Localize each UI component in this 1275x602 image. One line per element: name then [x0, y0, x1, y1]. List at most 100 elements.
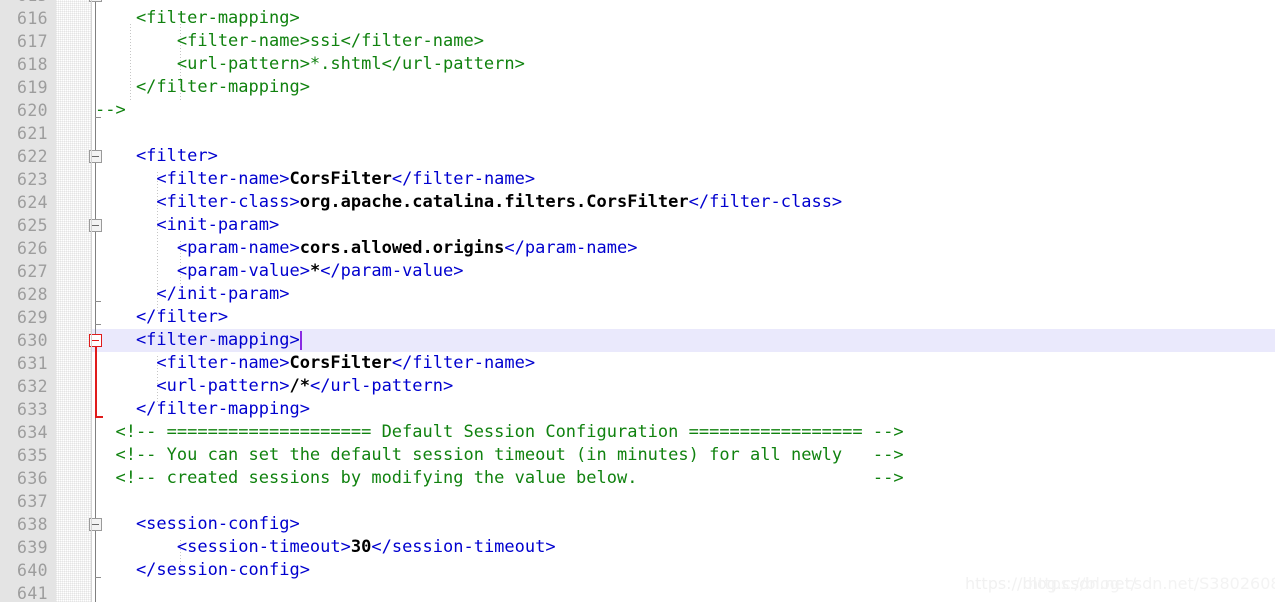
code-line[interactable]: </filter-mapping> — [92, 76, 1275, 99]
fold-range-end-tick — [95, 577, 101, 578]
token-tag: <session-config> — [95, 514, 300, 534]
code-line[interactable]: <param-value>*</param-value> — [92, 260, 1275, 283]
line-number: 629 — [16, 308, 48, 327]
line-number: 634 — [16, 423, 48, 442]
token-tag: </url-pattern> — [309, 376, 454, 396]
token-comment: <url-pattern>*.shtml</url-pattern> — [95, 54, 525, 74]
code-line[interactable] — [92, 490, 1275, 513]
line-number: 635 — [16, 446, 48, 465]
line-number-gutter: 615 616 617 618 619 620 621 622 623 624 625 626 627 6… — [0, 0, 56, 602]
token-tag: </filter-mapping> — [95, 399, 310, 419]
code-line-text: <session-config> — [92, 513, 300, 536]
code-line[interactable]: <!-- created sessions by modifying the v… — [92, 467, 1275, 490]
token-tag: </filter-class> — [688, 192, 843, 212]
token-tag: <filter-mapping> — [95, 330, 300, 350]
code-line-text: </filter> — [92, 306, 228, 329]
code-line[interactable]: --> — [92, 99, 1275, 122]
line-number: 615 — [0, 0, 48, 7]
code-line-text: <filter-mapping> — [92, 329, 300, 352]
code-line[interactable]: <url-pattern>*.shtml</url-pattern> — [92, 53, 1275, 76]
token-comment: <filter-mapping> — [95, 8, 300, 28]
line-number: 620 — [16, 101, 48, 120]
text-caret — [299, 331, 302, 350]
token-tag: <filter-name> — [95, 353, 290, 373]
line-number: 641 — [16, 584, 48, 602]
code-line-text: <init-param> — [92, 214, 279, 237]
code-line[interactable]: <param-name>cors.allowed.origins</param-… — [92, 237, 1275, 260]
code-line[interactable] — [92, 582, 1275, 602]
code-line-text: --> — [92, 99, 126, 122]
code-line[interactable]: <filter-name>CorsFilter</filter-name> — [92, 168, 1275, 191]
token-tag: </filter-name> — [391, 169, 536, 189]
line-number: 624 — [16, 193, 48, 212]
token-tag: </init-param> — [95, 284, 290, 304]
token-val: cors.allowed.origins — [299, 238, 505, 258]
token-comment: <!-- You can set the default session tim… — [95, 445, 904, 465]
code-line-text: </filter-mapping> — [92, 76, 310, 99]
code-line-text: <session-timeout>30</session-timeout> — [92, 536, 556, 559]
line-number: 630 — [16, 331, 48, 350]
code-editor[interactable]: <!-- <filter-mapping> <filter-name>ssi</… — [0, 0, 1275, 602]
line-number: 636 — [16, 469, 48, 488]
code-line-text: <!-- You can set the default session tim… — [92, 444, 904, 467]
code-line[interactable]: <!-- You can set the default session tim… — [92, 444, 1275, 467]
line-number: 618 — [16, 55, 48, 74]
token-tag: <filter-class> — [95, 192, 300, 212]
code-line-text: <filter> — [92, 145, 218, 168]
token-val: /* — [289, 376, 310, 396]
fold-range-end-tick — [95, 301, 101, 302]
token-comment: <!-- ==================== Default Sessio… — [95, 422, 904, 442]
fold-range-indicator-active — [95, 347, 97, 417]
code-line[interactable]: </init-param> — [92, 283, 1275, 306]
line-number: 632 — [16, 377, 48, 396]
code-line-text: <filter-name>CorsFilter</filter-name> — [92, 352, 535, 375]
code-text-layer[interactable]: <!-- <filter-mapping> <filter-name>ssi</… — [92, 0, 1275, 602]
code-line-text: </init-param> — [92, 283, 289, 306]
token-tag: </param-name> — [504, 238, 638, 258]
line-number: 616 — [16, 9, 48, 28]
code-line-text: <filter-name>CorsFilter</filter-name> — [92, 168, 535, 191]
line-number: 628 — [16, 285, 48, 304]
token-tag: <init-param> — [95, 215, 280, 235]
code-line-text: <!-- created sessions by modifying the v… — [92, 467, 903, 490]
line-number: 639 — [16, 538, 48, 557]
code-line[interactable]: <filter-name>ssi</filter-name> — [92, 30, 1275, 53]
code-line-text: <param-value>*</param-value> — [92, 260, 464, 283]
code-line[interactable]: <filter-mapping> — [92, 329, 1275, 352]
code-line[interactable]: </filter-mapping> — [92, 398, 1275, 421]
code-line[interactable]: <!-- — [92, 0, 1275, 7]
line-number: 633 — [16, 400, 48, 419]
code-line-text: <!-- ==================== Default Sessio… — [92, 421, 904, 444]
token-val: CorsFilter — [289, 353, 392, 373]
code-line[interactable]: <filter> — [92, 145, 1275, 168]
code-line-text: </filter-mapping> — [92, 398, 310, 421]
code-line[interactable] — [92, 122, 1275, 145]
code-line-text: <filter-name>ssi</filter-name> — [92, 30, 484, 53]
token-tag: </session-config> — [95, 560, 310, 580]
code-line[interactable]: <!-- ==================== Default Sessio… — [92, 421, 1275, 444]
code-line[interactable]: </filter> — [92, 306, 1275, 329]
line-number: 631 — [16, 354, 48, 373]
code-line[interactable]: <filter-name>CorsFilter</filter-name> — [92, 352, 1275, 375]
line-number: 626 — [16, 239, 48, 258]
code-line[interactable]: <url-pattern>/*</url-pattern> — [92, 375, 1275, 398]
code-line[interactable]: <filter-mapping> — [92, 7, 1275, 30]
line-number: 623 — [16, 170, 48, 189]
line-number: 619 — [16, 78, 48, 97]
line-number: 640 — [16, 561, 48, 580]
code-folding-gutter[interactable] — [56, 0, 103, 602]
code-line[interactable]: <filter-class>org.apache.catalina.filter… — [92, 191, 1275, 214]
token-val: org.apache.catalina.filters.CorsFilter — [299, 192, 689, 212]
code-line[interactable]: </session-config> — [92, 559, 1275, 582]
code-line-text: <url-pattern>/*</url-pattern> — [92, 375, 453, 398]
fold-range-end-tick — [95, 324, 101, 325]
code-line[interactable]: <session-timeout>30</session-timeout> — [92, 536, 1275, 559]
line-number: 637 — [16, 492, 48, 511]
token-tag: <filter-name> — [95, 169, 290, 189]
code-line[interactable]: <init-param> — [92, 214, 1275, 237]
line-number: 627 — [16, 262, 48, 281]
code-line[interactable]: <session-config> — [92, 513, 1275, 536]
token-tag: </param-value> — [320, 261, 464, 281]
token-val: * — [309, 261, 321, 281]
token-val: CorsFilter — [289, 169, 392, 189]
